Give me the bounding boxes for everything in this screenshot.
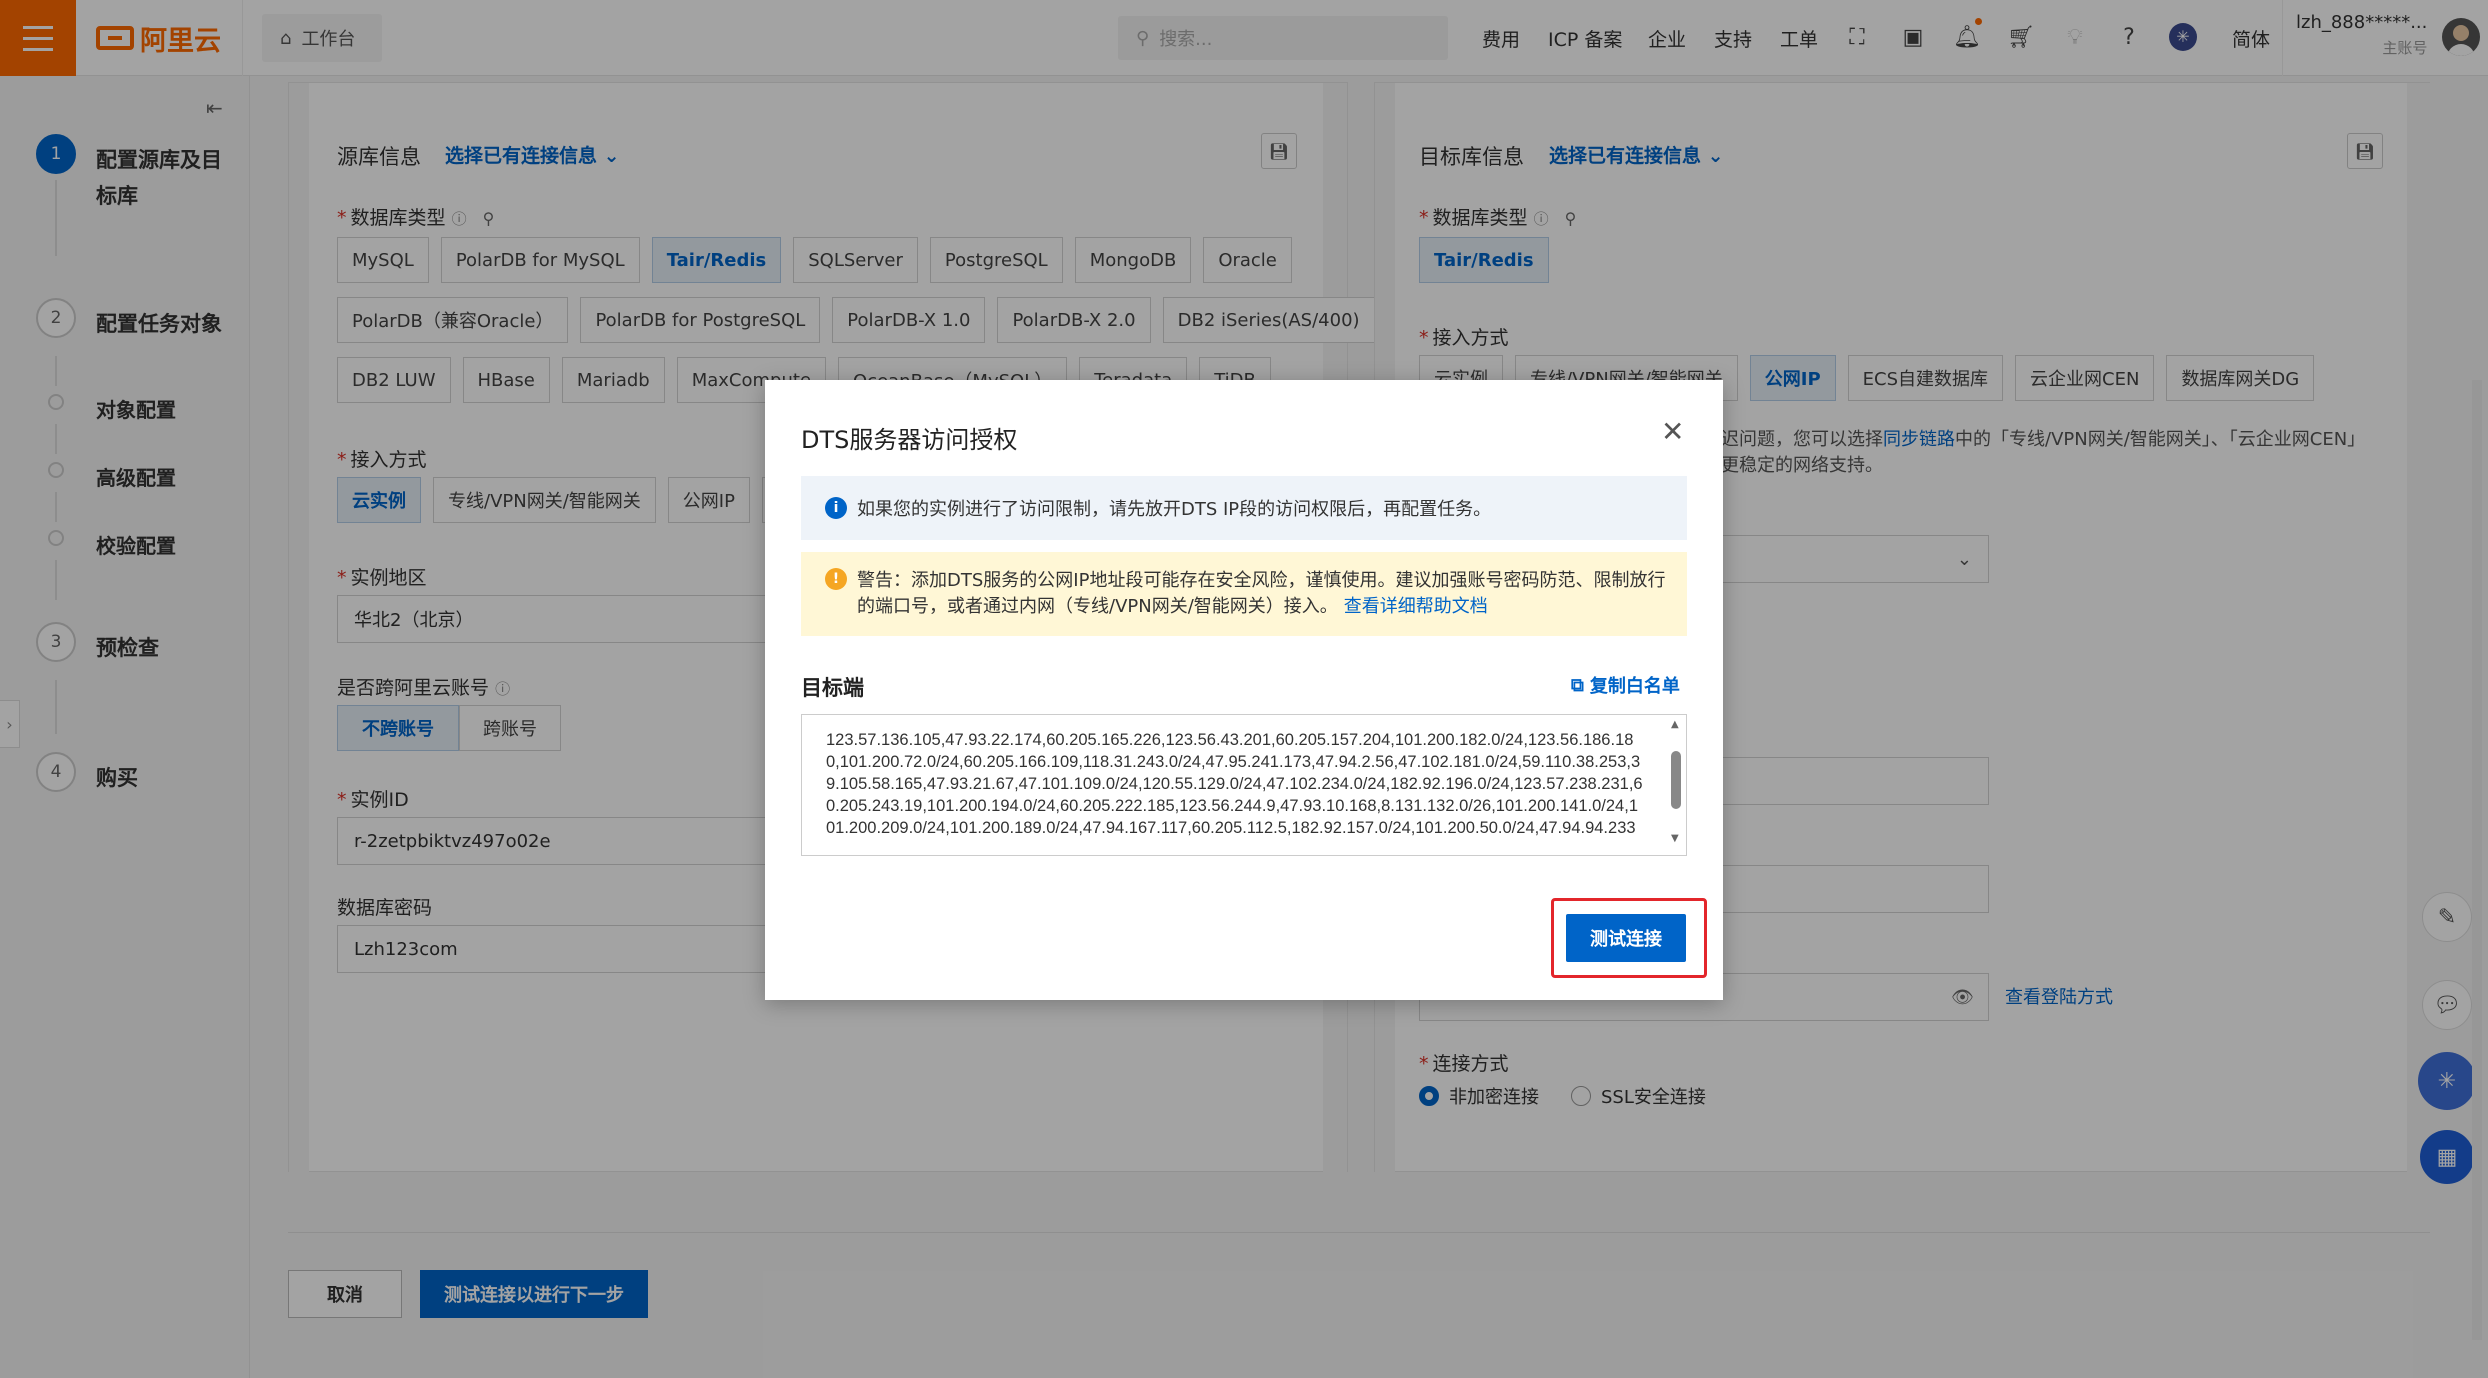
warning-alert: ! 警告：添加DTS服务的公网IP地址段可能存在安全风险，谨慎使用。建议加强账号… [801, 552, 1687, 636]
help-doc-link[interactable]: 查看详细帮助文档 [1344, 596, 1488, 617]
copy-icon: ⧉ [1571, 674, 1584, 696]
close-icon[interactable]: ✕ [1661, 418, 1684, 446]
warning-icon: ! [825, 568, 847, 590]
scroll-up-icon[interactable]: ▲ [1671, 719, 1679, 730]
test-connection-button[interactable]: 测试连接 [1566, 914, 1686, 962]
info-alert: i 如果您的实例进行了访问限制，请先放开DTS IP段的访问权限后，再配置任务。 [801, 476, 1687, 540]
info-icon: i [825, 497, 847, 519]
scroll-thumb[interactable] [1671, 751, 1681, 809]
scroll-down-icon[interactable]: ▼ [1671, 833, 1679, 844]
dialog-title: DTS服务器访问授权 [801, 426, 1018, 454]
target-end-label: 目标端 [801, 676, 864, 700]
copy-whitelist-button[interactable]: ⧉ 复制白名单 [1571, 672, 1680, 698]
dts-auth-dialog: DTS服务器访问授权 ✕ i 如果您的实例进行了访问限制，请先放开DTS IP段… [765, 380, 1723, 1000]
textarea-scrollbar[interactable]: ▲ ▼ [1667, 715, 1685, 855]
whitelist-textarea[interactable]: 123.57.136.105,47.93.22.174,60.205.165.2… [801, 714, 1687, 856]
